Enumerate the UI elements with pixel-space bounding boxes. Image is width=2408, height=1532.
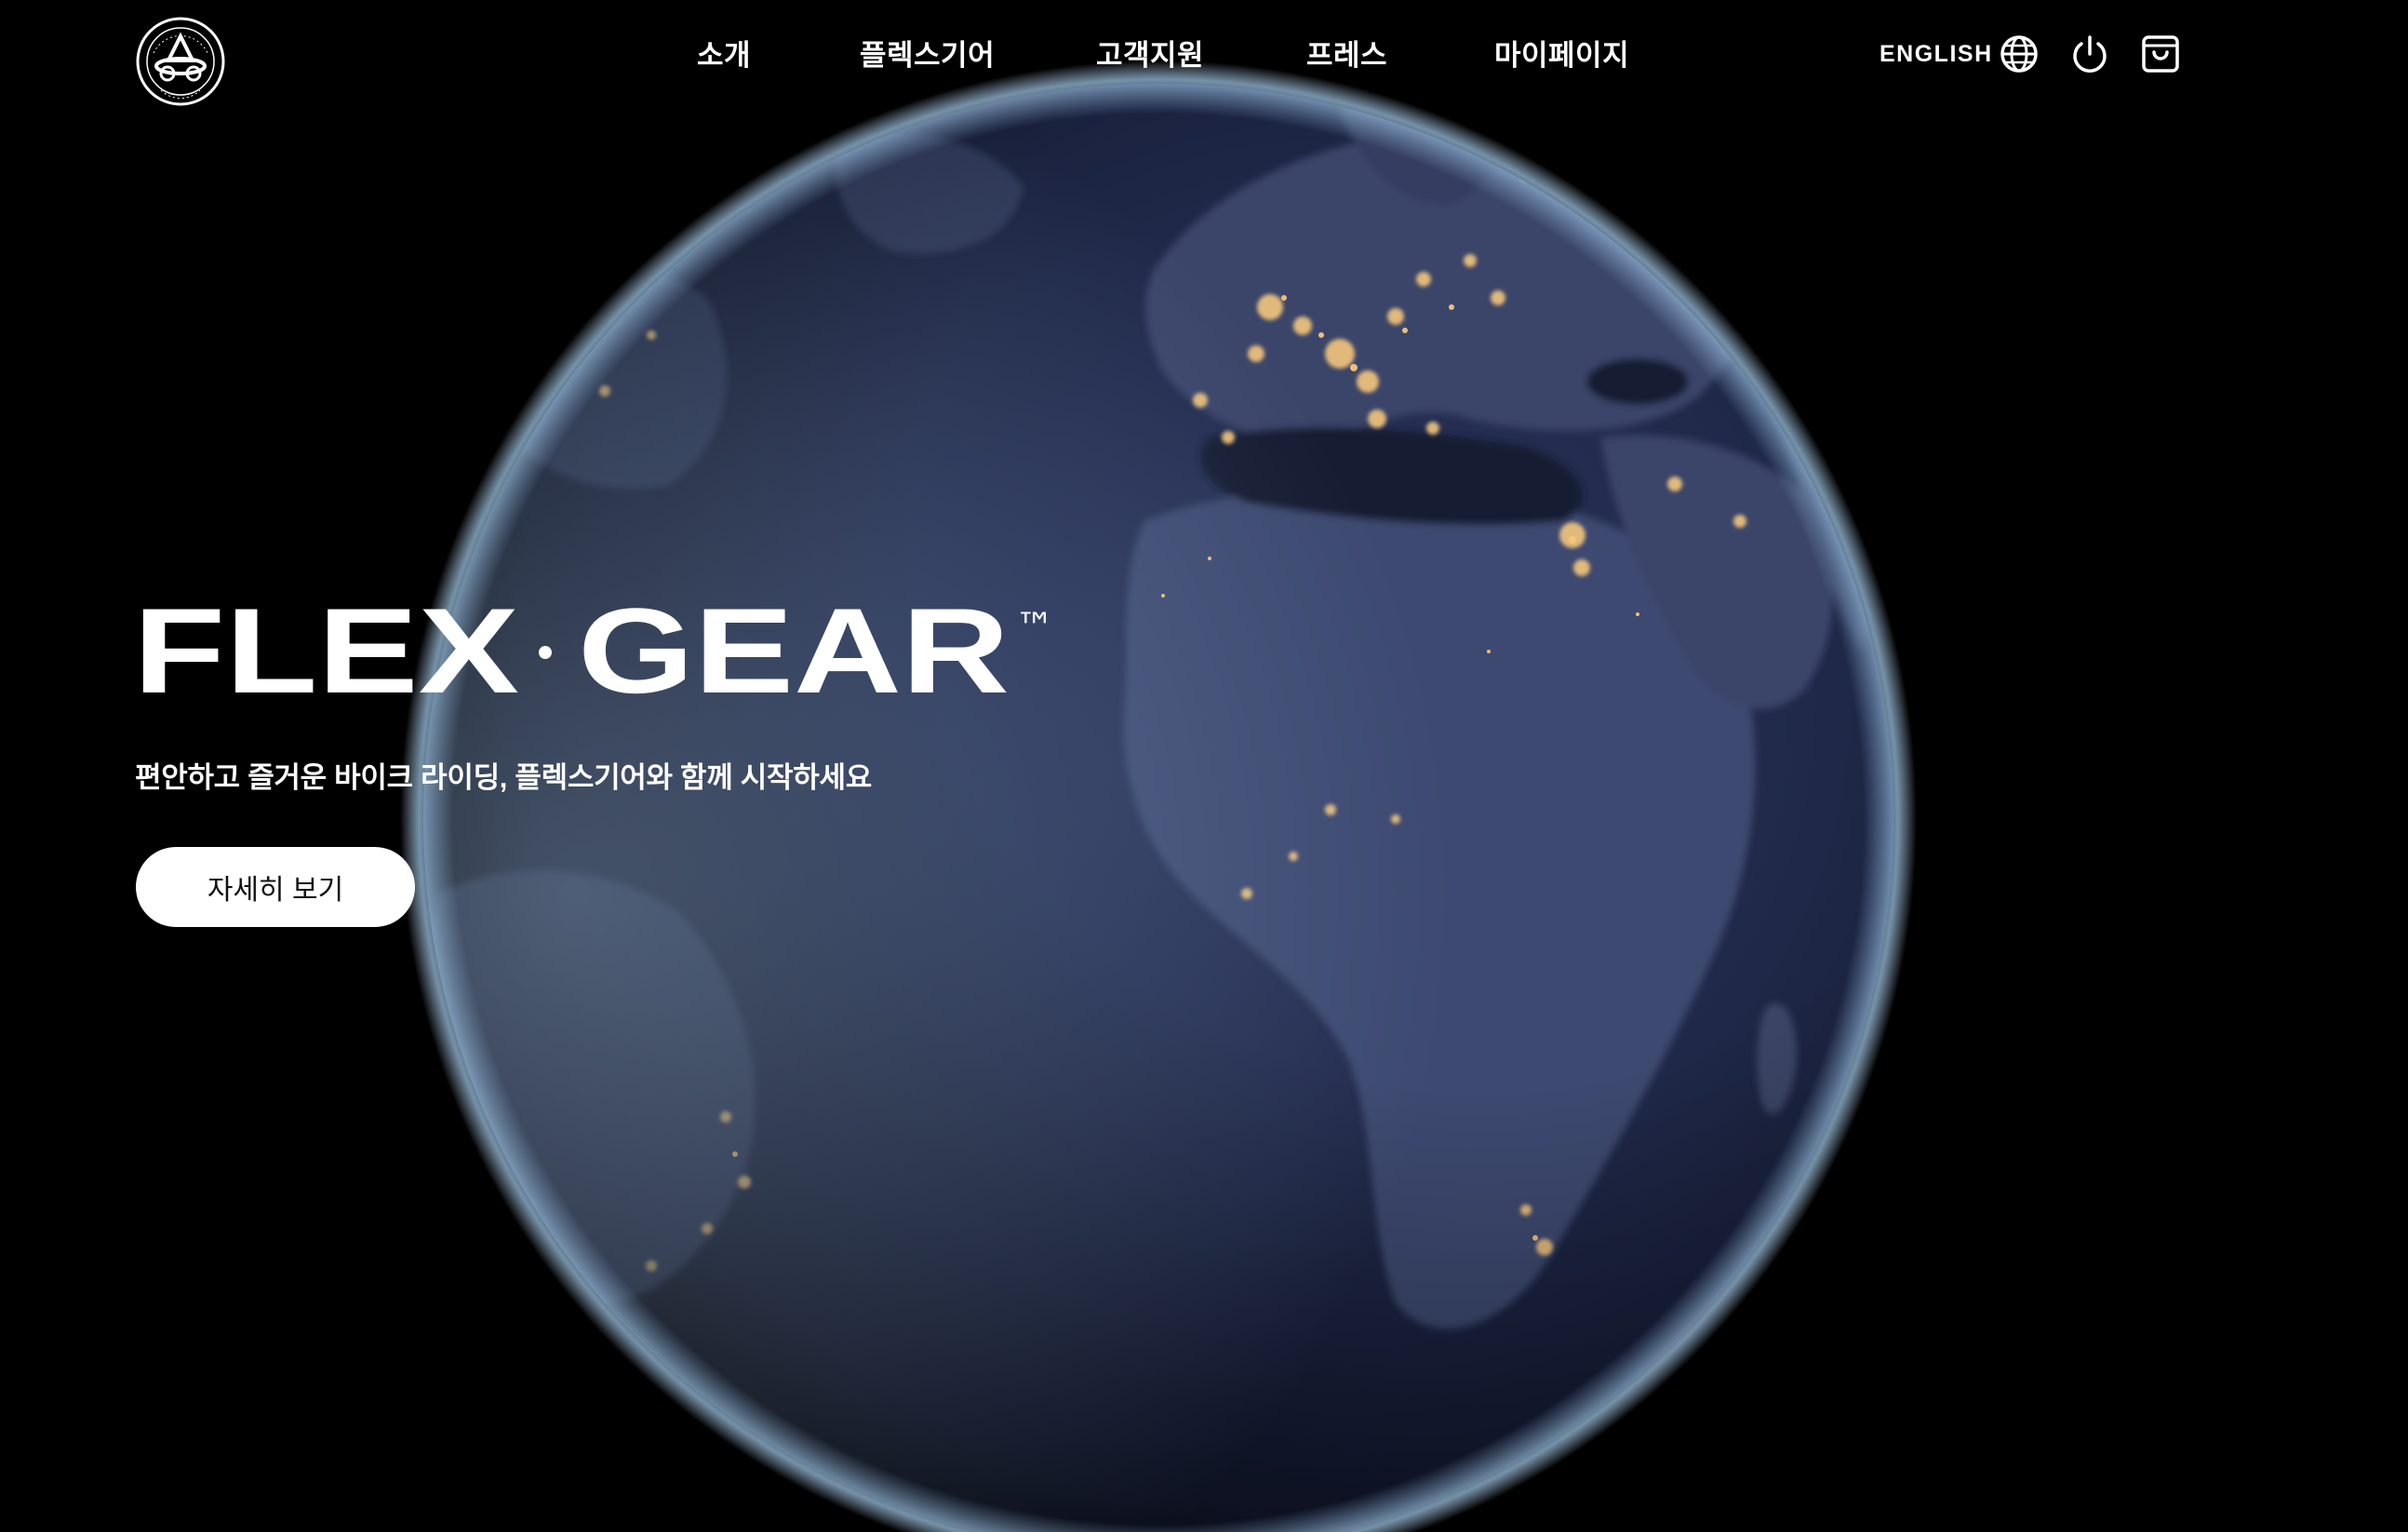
nav-item-support[interactable]: 고객지원 [1096,32,1204,74]
site-header: 소개 플렉스기어 고객지원 프레스 마이페이지 ENGLISH [0,0,2408,112]
power-icon[interactable] [2069,34,2110,74]
globe-icon[interactable] [1999,34,2040,74]
nav-item-about[interactable]: 소개 [697,32,751,74]
brand-title-left: FLEX [133,603,519,706]
brand-title-right: GEAR [578,603,1010,706]
wordmark-dot [539,646,552,659]
language-toggle[interactable]: ENGLISH [1880,41,1993,68]
hero-tagline: 편안하고 즐거운 바이크 라이딩, 플렉스기어와 함께 시작하세요 [135,761,872,794]
shopping-bag-icon[interactable] [2140,34,2181,74]
trademark-symbol: ™ [1015,604,1054,650]
nav-item-flexgear[interactable]: 플렉스기어 [860,32,995,74]
learn-more-button[interactable]: 자세히 보기 [136,847,415,927]
nav-item-press[interactable]: 프레스 [1306,32,1387,74]
nav-item-mypage[interactable]: 마이페이지 [1494,32,1629,74]
page: 소개 플렉스기어 고객지원 프레스 마이페이지 ENGLISH FLEX GEA… [0,0,2408,1532]
brand-wordmark: FLEX GEAR ™ [133,603,1073,706]
main-nav: 소개 플렉스기어 고객지원 프레스 마이페이지 [0,32,2408,78]
